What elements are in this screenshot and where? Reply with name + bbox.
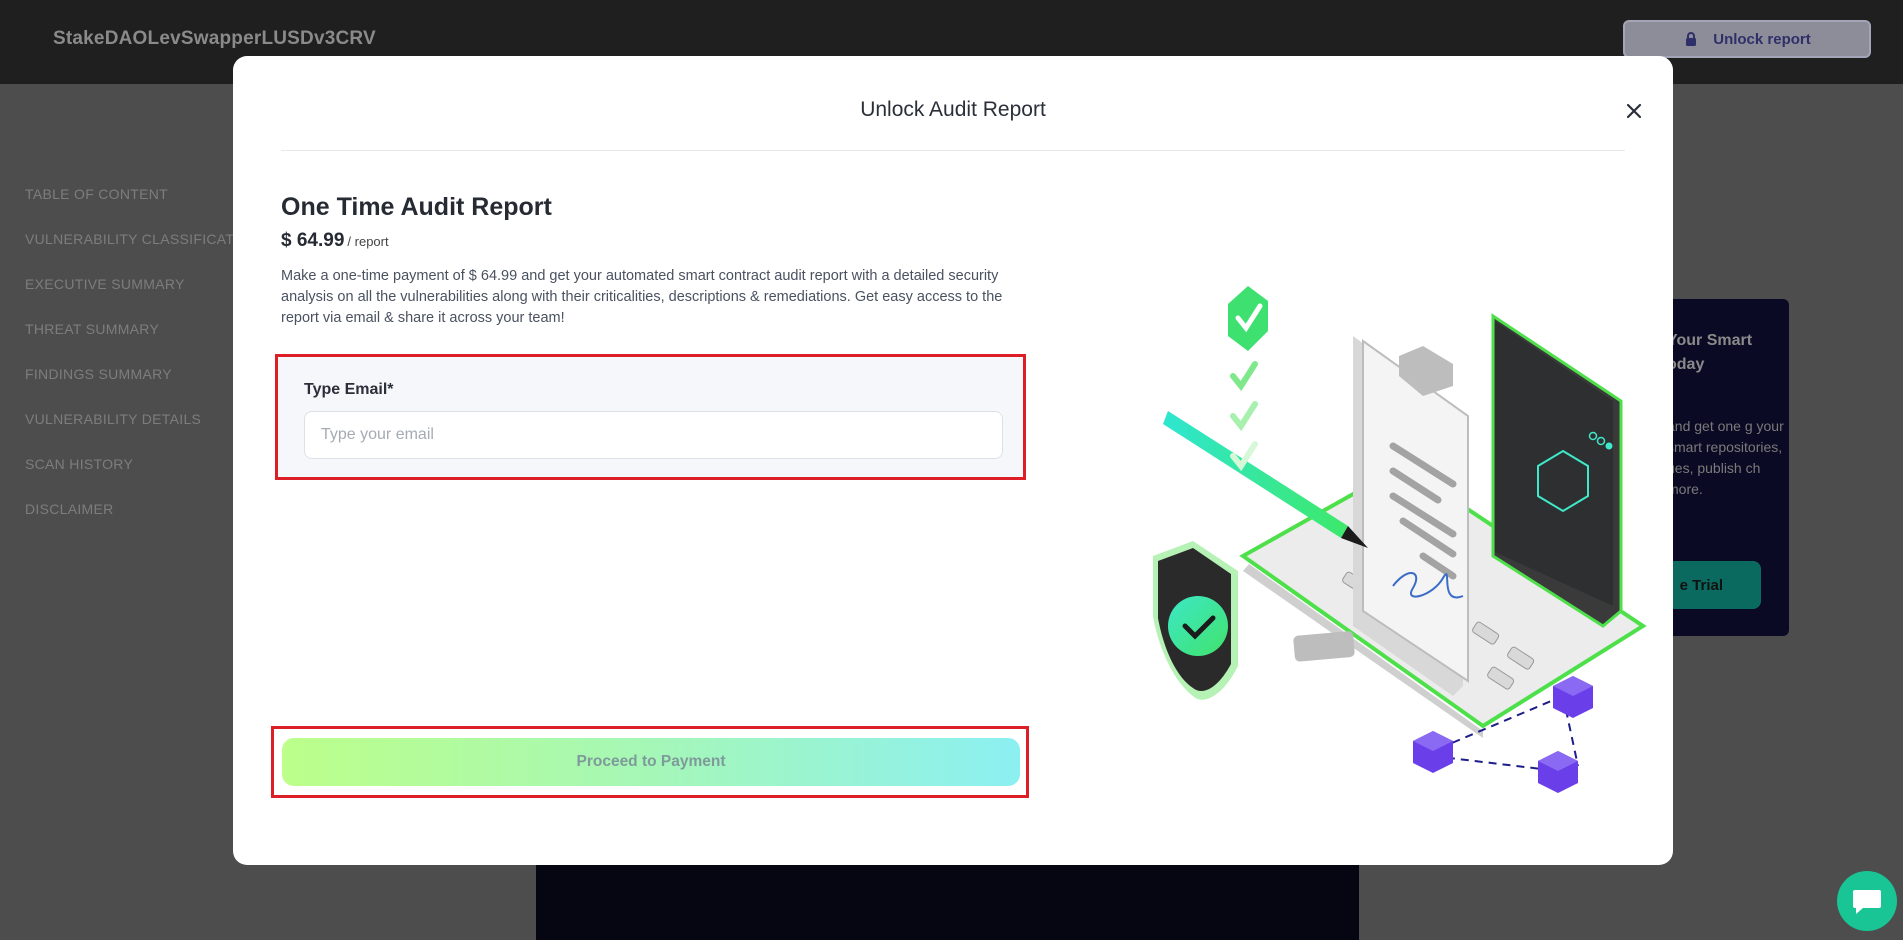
email-label: Type Email* xyxy=(304,381,394,398)
lock-icon xyxy=(1686,32,1697,46)
unlock-report-button[interactable]: Unlock report xyxy=(1623,20,1871,58)
chat-widget-button[interactable] xyxy=(1837,871,1897,931)
sidebar-item-vulnerability-details[interactable]: VULNERABILITY DETAILS xyxy=(25,411,235,456)
email-field-group: Type Email* xyxy=(275,354,1026,480)
email-input[interactable] xyxy=(304,411,1003,459)
sidebar-item-findings-summary[interactable]: FINDINGS SUMMARY xyxy=(25,366,235,411)
audit-report-illustration xyxy=(1153,286,1647,793)
report-preview-banner xyxy=(536,865,1359,940)
proceed-to-payment-button[interactable]: Proceed to Payment xyxy=(282,738,1020,786)
close-icon[interactable] xyxy=(1625,102,1643,120)
plan-title: One Time Audit Report xyxy=(281,193,552,221)
sidebar-item-table-of-content[interactable]: TABLE OF CONTENT xyxy=(25,186,235,231)
payment-button-group: Proceed to Payment xyxy=(271,726,1029,798)
contract-name: StakeDAOLevSwapperLUSDv3CRV xyxy=(53,28,376,49)
plan-description: Make a one-time payment of $ 64.99 and g… xyxy=(281,268,1003,326)
sidebar-item-scan-history[interactable]: SCAN HISTORY xyxy=(25,456,235,501)
sidebar-item-disclaimer[interactable]: DISCLAIMER xyxy=(25,501,235,546)
modal-divider xyxy=(281,150,1625,151)
price-unit: / report xyxy=(347,234,389,249)
unlock-report-label: Unlock report xyxy=(1713,30,1811,48)
promo-description: and get one g your smart repositories, u… xyxy=(1667,418,1784,497)
promo-title: Your Smart oday xyxy=(1667,332,1753,373)
price-value: $ 64.99 xyxy=(281,230,345,251)
price-row: $ 64.99/ report xyxy=(281,230,389,252)
unlock-report-modal: Unlock Audit Report One Time Audit Repor… xyxy=(233,56,1673,865)
table-of-contents: TABLE OF CONTENT VULNERABILITY CLASSIFIC… xyxy=(25,186,235,546)
sidebar-item-vulnerability-classification[interactable]: VULNERABILITY CLASSIFICATION xyxy=(25,231,235,276)
sidebar-item-executive-summary[interactable]: EXECUTIVE SUMMARY xyxy=(25,276,235,321)
chat-icon xyxy=(1853,890,1881,914)
modal-title: Unlock Audit Report xyxy=(860,98,1046,121)
sidebar-item-threat-summary[interactable]: THREAT SUMMARY xyxy=(25,321,235,366)
